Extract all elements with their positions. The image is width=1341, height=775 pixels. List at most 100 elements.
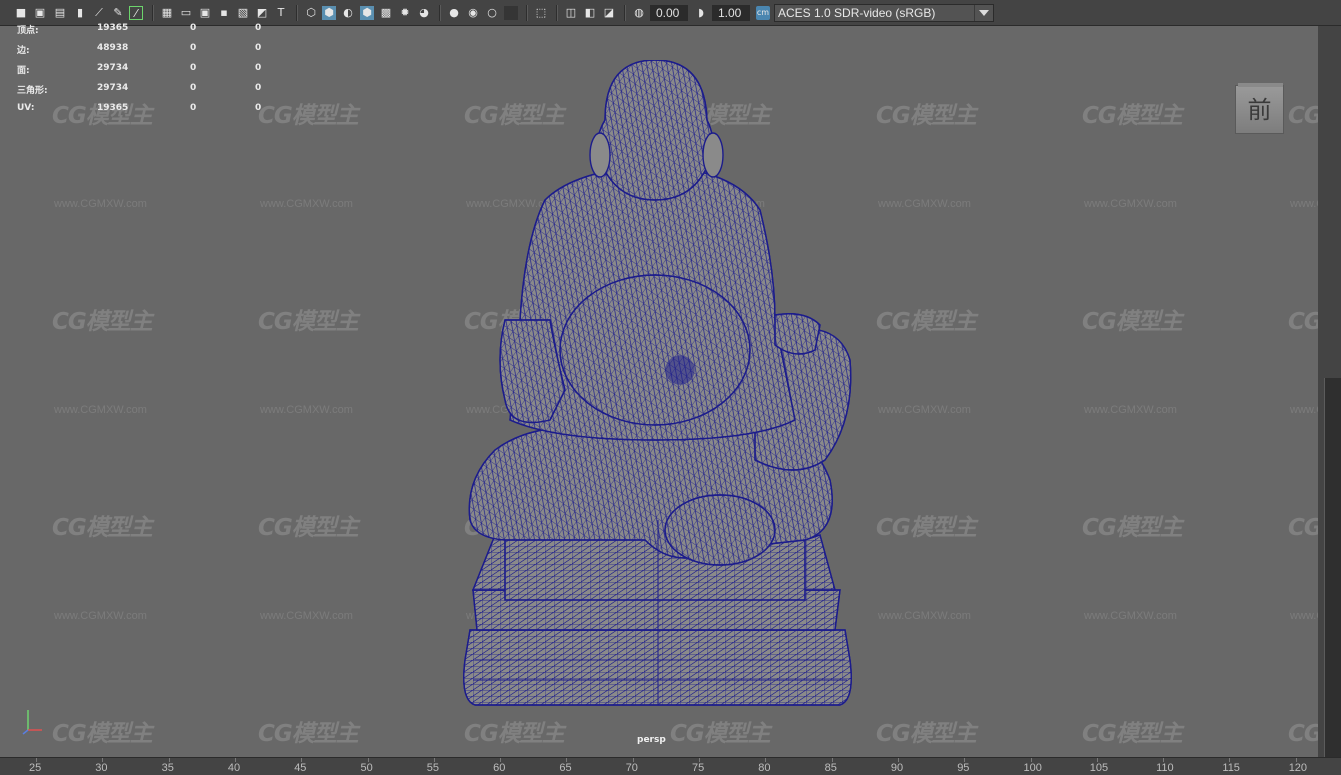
hud-value: 0 [190, 43, 197, 53]
bookmark-icon[interactable]: ▮ [73, 6, 87, 20]
watermark-logo: CG模型主 [464, 721, 565, 747]
watermark-url: www.CGMXW.com [878, 404, 971, 416]
safe-title-icon[interactable]: T [274, 6, 288, 20]
film-gate-icon[interactable]: ▭ [179, 6, 193, 20]
viewport-toolbar: ■ ▣ ▤ ▮ ⟋ ✎ ⁄ ▦ ▭ ▣ ▪ ▧ ◩ T ⬡ ⬢ ◐ ⬢ ▩ ✹ … [0, 0, 1341, 26]
axis-gizmo-icon [22, 710, 42, 735]
gate-mask-icon[interactable]: ▪ [217, 6, 231, 20]
hud-value: 0 [190, 103, 197, 113]
watermark-url: www.CGMXW.com [1084, 404, 1177, 416]
shadows-icon[interactable]: ◕ [417, 6, 431, 20]
time-slider[interactable]: 25 30 35 40 45 50 55 60 65 70 75 80 85 90 95 100 105 110 1… [0, 757, 1341, 775]
depth-of-field-icon[interactable] [504, 6, 518, 20]
watermark-url: www.CGMXW.com [260, 404, 353, 416]
watermark-logo: CG模型主 [52, 721, 153, 747]
color-management-icon[interactable]: cm [756, 6, 770, 20]
xray-active-icon[interactable]: ◧ [583, 6, 597, 20]
wireframe-on-shaded-icon[interactable]: ⬢ [360, 6, 374, 20]
timeline-tick-label: 60 [493, 762, 506, 774]
color-space-dropdown[interactable]: ACES 1.0 SDR-video (sRGB) [774, 4, 994, 22]
xray-joints-icon[interactable]: ◫ [564, 6, 578, 20]
resolution-gate-icon[interactable]: ▣ [198, 6, 212, 20]
camera-attributes-icon[interactable]: ▣ [33, 6, 47, 20]
hud-value: 0 [190, 63, 197, 73]
wireframe-icon[interactable]: ⬡ [304, 6, 318, 20]
watermark-url: www.CGMXW.com [878, 610, 971, 622]
collapsed-panel[interactable] [1324, 378, 1341, 768]
timeline-tick-label: 90 [890, 762, 904, 774]
hud-value: 0 [255, 23, 262, 33]
exposure-icon[interactable]: ◍ [632, 6, 646, 20]
hud-value: 29734 [97, 63, 129, 73]
watermark-logo: CG模型主 [1082, 721, 1183, 747]
hud-value: 48938 [97, 43, 129, 53]
use-all-lights-icon[interactable]: ✹ [398, 6, 412, 20]
2d-pan-zoom-icon[interactable]: ⟋ [92, 6, 106, 20]
color-space-value: ACES 1.0 SDR-video (sRGB) [778, 6, 936, 20]
side-panel-edge [1318, 26, 1341, 768]
hud-value: 0 [190, 23, 197, 33]
grid-icon[interactable]: ▦ [160, 6, 174, 20]
watermark-logo: CG模型主 [52, 103, 153, 129]
screen-space-ao-icon[interactable]: ● [447, 6, 461, 20]
hud-value: 0 [255, 103, 262, 113]
hud-value: 19365 [97, 23, 129, 33]
watermark-logo: CG模型主 [52, 515, 153, 541]
exposure-field[interactable]: 0.00 [650, 5, 688, 21]
backface-culling-icon[interactable]: ◪ [602, 6, 616, 20]
timeline-tick-label: 80 [758, 762, 771, 774]
timeline-tick-label: 105 [1089, 762, 1109, 774]
camera-name-label: persp [637, 735, 666, 745]
x-ray-icon[interactable]: ▩ [379, 6, 393, 20]
watermark-logo: CG模型主 [1082, 103, 1183, 129]
watermark-logo: CG模型主 [258, 721, 359, 747]
watermark-logo: CG模型主 [876, 721, 977, 747]
hud-label: 顶点: [17, 26, 39, 36]
buddha-wireframe-model[interactable] [455, 60, 860, 710]
watermark-logo: CG模型主 [1082, 309, 1183, 335]
watermark-logo: CG模型主 [258, 309, 359, 335]
hud-label: UV: [17, 103, 35, 113]
timeline-tick-label: 120 [1288, 762, 1308, 774]
watermark-url: www.CGMXW.com [1084, 198, 1177, 210]
timeline-tick-label: 95 [957, 762, 970, 774]
watermark-url: www.CGMXW.com [54, 198, 147, 210]
hud-label: 三角形: [17, 86, 48, 96]
timeline-tick-label: 25 [29, 762, 42, 774]
grease-pencil-icon[interactable]: ✎ [111, 6, 125, 20]
gamma-field[interactable]: 1.00 [712, 5, 750, 21]
default-material-icon[interactable]: ◐ [341, 6, 355, 20]
watermark-url: www.CGMXW.com [878, 198, 971, 210]
timeline-tick-label: 65 [559, 762, 572, 774]
watermark-logo: CG模型主 [670, 721, 771, 747]
timeline-tick-label: 50 [360, 762, 373, 774]
image-plane-icon[interactable]: ▤ [53, 6, 67, 20]
smooth-shade-icon[interactable]: ⬢ [322, 6, 336, 20]
hud-value: 0 [255, 83, 262, 93]
watermark-url: www.CGMXW.com [54, 610, 147, 622]
safe-action-icon[interactable]: ◩ [255, 6, 269, 20]
timeline-tick-label: 40 [227, 762, 241, 774]
timeline-tick-label: 110 [1156, 762, 1174, 774]
hud-value: 0 [255, 43, 262, 53]
frame-all-icon[interactable]: ⁄ [129, 6, 143, 20]
hud-value: 0 [190, 83, 197, 93]
field-chart-icon[interactable]: ▧ [236, 6, 250, 20]
hud-value: 29734 [97, 83, 129, 93]
timeline-tick-label: 30 [95, 762, 108, 774]
isolate-select-icon[interactable]: ⬚ [534, 6, 548, 20]
multisample-aa-icon[interactable]: ○ [485, 6, 499, 20]
timeline-tick-label: 115 [1222, 762, 1240, 774]
watermark-logo: CG模型主 [1082, 515, 1183, 541]
watermark-url: www.CGMXW.com [260, 198, 353, 210]
watermark-logo: CG模型主 [258, 103, 359, 129]
timeline-tick-label: 70 [625, 762, 638, 774]
gamma-icon[interactable]: ◗ [694, 6, 708, 20]
watermark-url: www.CGMXW.com [1084, 610, 1177, 622]
3d-viewport[interactable]: CG模型主 www.CGMXW.com CG模型主 www.CGMXW.com CG模型… [0, 23, 1341, 757]
hud-label: 面: [17, 66, 30, 76]
motion-blur-icon[interactable]: ◉ [466, 6, 480, 20]
camera-select-icon[interactable]: ■ [14, 6, 28, 20]
watermark-logo: CG模型主 [876, 103, 977, 129]
view-cube[interactable]: 前 [1235, 83, 1284, 134]
